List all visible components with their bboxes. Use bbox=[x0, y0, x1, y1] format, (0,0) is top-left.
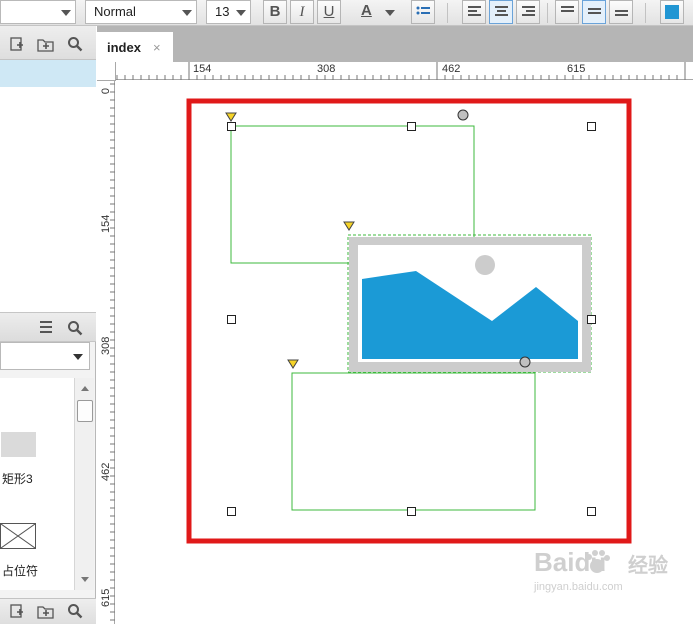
fill-color-button[interactable] bbox=[660, 0, 684, 24]
resize-handle-top[interactable] bbox=[407, 122, 416, 131]
resize-handle-bottom-left[interactable] bbox=[227, 507, 236, 516]
font-color-icon: A bbox=[361, 2, 372, 19]
paw-logo-icon bbox=[586, 550, 610, 573]
formatting-toolbar: Normal 13 B I U A bbox=[0, 0, 693, 26]
chevron-down-icon bbox=[385, 10, 395, 16]
add-page-icon[interactable] bbox=[9, 36, 25, 52]
watermark-url: jingyan.baidu.com bbox=[534, 581, 623, 593]
ruler-corner bbox=[97, 62, 116, 81]
align-bottom-icon bbox=[615, 10, 628, 23]
scroll-up-arrow-icon[interactable] bbox=[81, 386, 89, 391]
rotate-handle-icon[interactable] bbox=[457, 109, 469, 121]
design-canvas[interactable]: Baidu 经验 jingyan.baidu.com bbox=[116, 81, 693, 624]
text-style-value: Normal bbox=[94, 4, 136, 19]
resize-handle-left[interactable] bbox=[227, 315, 236, 324]
left-sidebar: 矩形3 占位符 bbox=[0, 26, 96, 624]
anchor-triangle-icon[interactable] bbox=[287, 359, 299, 369]
italic-button[interactable]: I bbox=[290, 0, 314, 24]
library-select[interactable] bbox=[0, 342, 90, 370]
image-sun-icon bbox=[475, 255, 495, 275]
pages-panel-header bbox=[0, 26, 96, 60]
rectangle-widget-icon[interactable] bbox=[1, 432, 36, 457]
anchor-triangle-icon[interactable] bbox=[225, 112, 237, 122]
ruler-label: 0 bbox=[100, 87, 112, 95]
placeholder-widget-icon[interactable] bbox=[0, 523, 36, 549]
close-icon[interactable]: × bbox=[153, 40, 161, 55]
selected-page-row[interactable] bbox=[0, 60, 96, 87]
ruler-label: 615 bbox=[567, 63, 586, 75]
resize-handle-bottom[interactable] bbox=[407, 507, 416, 516]
placeholder-widget-label[interactable]: 占位符 bbox=[2, 562, 38, 579]
align-middle-button[interactable] bbox=[582, 0, 606, 24]
ruler-label: 154 bbox=[100, 214, 112, 233]
toolbar-divider bbox=[447, 3, 448, 23]
menu-icon[interactable] bbox=[38, 320, 54, 336]
corner-radius-handle-icon[interactable] bbox=[519, 356, 531, 368]
rectangle-widget-label[interactable]: 矩形3 bbox=[2, 470, 33, 487]
align-left-icon bbox=[468, 6, 481, 19]
fill-color-swatch bbox=[665, 5, 679, 19]
ruler-label: 154 bbox=[193, 63, 212, 75]
watermark: Baidu 经验 jingyan.baidu.com bbox=[530, 547, 680, 607]
ruler-label: 308 bbox=[100, 336, 112, 355]
font-size-dropdown[interactable]: 13 bbox=[206, 0, 251, 24]
chevron-down-icon bbox=[61, 10, 71, 16]
align-top-icon bbox=[561, 6, 574, 19]
resize-handle-top-right[interactable] bbox=[587, 122, 596, 131]
rectangle-widget-2[interactable] bbox=[291, 372, 536, 511]
align-middle-icon bbox=[588, 8, 601, 21]
align-left-button[interactable] bbox=[462, 0, 486, 24]
library-scrollbar[interactable] bbox=[74, 378, 94, 590]
horizontal-ruler-ticks bbox=[100, 62, 686, 80]
bold-button[interactable]: B bbox=[263, 0, 287, 24]
pages-tree bbox=[0, 60, 96, 312]
font-color-button[interactable]: A bbox=[355, 0, 395, 24]
add-page-icon[interactable] bbox=[9, 603, 25, 619]
widget-style-dropdown[interactable] bbox=[0, 0, 76, 24]
align-right-icon bbox=[522, 6, 535, 19]
bottom-panel-header bbox=[0, 598, 96, 624]
ruler-label: 462 bbox=[442, 63, 461, 75]
scroll-thumb[interactable] bbox=[77, 400, 93, 422]
horizontal-ruler: 154 308 462 615 bbox=[97, 62, 693, 80]
align-center-icon bbox=[495, 6, 508, 19]
bullet-list-icon bbox=[416, 6, 430, 15]
tab-index[interactable]: index × bbox=[97, 32, 173, 62]
add-folder-icon[interactable] bbox=[37, 603, 54, 619]
image-widget[interactable] bbox=[349, 237, 591, 372]
ruler-label: 615 bbox=[100, 588, 112, 607]
font-size-value: 13 bbox=[215, 4, 230, 19]
document-tab-bar: index × bbox=[97, 26, 693, 62]
resize-handle-right[interactable] bbox=[587, 315, 596, 324]
app-window: Normal 13 B I U A 矩形3 占位符 index × 154 30… bbox=[0, 0, 693, 624]
toolbar-divider bbox=[547, 3, 548, 23]
chevron-down-icon bbox=[182, 10, 192, 16]
canvas-drawing bbox=[186, 98, 632, 544]
resize-handle-bottom-right[interactable] bbox=[587, 507, 596, 516]
align-center-button[interactable] bbox=[489, 0, 513, 24]
underline-button[interactable]: U bbox=[317, 0, 341, 24]
chevron-down-icon bbox=[236, 10, 246, 16]
search-icon[interactable] bbox=[67, 36, 83, 52]
search-icon[interactable] bbox=[67, 603, 83, 619]
add-folder-icon[interactable] bbox=[37, 36, 54, 52]
vertical-ruler: 0 154 308 462 615 bbox=[97, 80, 115, 624]
bullet-list-button[interactable] bbox=[411, 0, 435, 24]
library-panel-header bbox=[0, 312, 96, 342]
scroll-down-arrow-icon[interactable] bbox=[81, 577, 89, 582]
toolbar-divider bbox=[645, 3, 646, 23]
align-top-button[interactable] bbox=[555, 0, 579, 24]
anchor-triangle-icon[interactable] bbox=[343, 221, 355, 231]
ruler-label: 462 bbox=[100, 462, 112, 481]
align-right-button[interactable] bbox=[516, 0, 540, 24]
tab-label: index bbox=[107, 40, 141, 55]
ruler-label: 308 bbox=[317, 63, 336, 75]
text-style-dropdown[interactable]: Normal bbox=[85, 0, 197, 24]
watermark-brand-cn: 经验 bbox=[628, 555, 668, 577]
resize-handle-top-left[interactable] bbox=[227, 122, 236, 131]
chevron-down-icon bbox=[73, 354, 83, 360]
search-icon[interactable] bbox=[67, 320, 83, 336]
align-bottom-button[interactable] bbox=[609, 0, 633, 24]
